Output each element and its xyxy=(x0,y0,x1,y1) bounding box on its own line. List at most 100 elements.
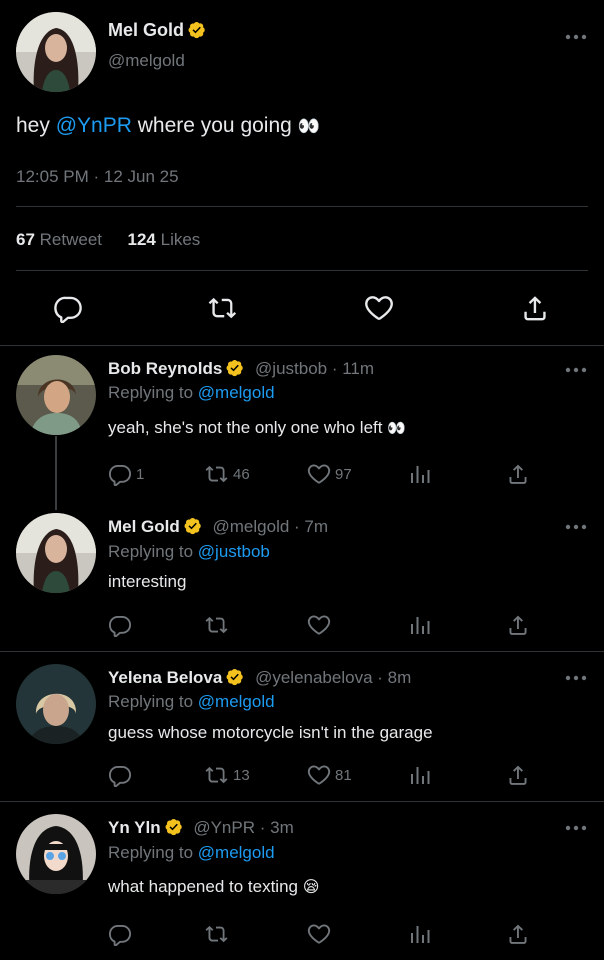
author-name[interactable]: Mel Gold xyxy=(108,20,206,41)
share-icon xyxy=(506,613,530,637)
like-icon xyxy=(307,922,331,946)
like-button[interactable] xyxy=(307,922,331,946)
reply-button[interactable]: 1 xyxy=(108,462,144,486)
replying-to-link[interactable]: @justbob xyxy=(198,542,270,561)
share-icon xyxy=(506,763,530,787)
reply-header: Bob Reynolds @justbob · 11m xyxy=(108,359,374,379)
avatar-bob-reynolds[interactable] xyxy=(16,355,96,435)
replying-to: Replying to @justbob xyxy=(108,542,270,562)
replying-to-link[interactable]: @melgold xyxy=(198,383,275,402)
reply-author-handle[interactable]: @melgold xyxy=(213,517,290,536)
like-button[interactable]: 97 xyxy=(307,462,352,486)
share-icon xyxy=(506,462,530,486)
like-button[interactable] xyxy=(307,613,331,637)
more-icon[interactable] xyxy=(564,32,588,46)
reply-author-handle[interactable]: @yelenabelova xyxy=(255,668,372,687)
thread-connector xyxy=(55,436,57,510)
tweet-timestamp[interactable]: 12:05 PM · 12 Jun 25 xyxy=(16,167,179,187)
reply-text: what happened to texting 😪 xyxy=(108,877,319,897)
analytics-button[interactable] xyxy=(408,462,432,486)
author-handle[interactable]: @melgold xyxy=(108,51,185,71)
reply-count: 1 xyxy=(136,465,145,483)
replying-to: Replying to @melgold xyxy=(108,843,275,863)
like-icon xyxy=(307,613,331,637)
retweets-label: Retweet xyxy=(39,230,103,249)
reply-author-handle[interactable]: @YnPR xyxy=(193,818,255,837)
avatar-mel-gold[interactable] xyxy=(16,12,96,92)
reply-time[interactable]: · 3m xyxy=(260,818,294,837)
replying-to-label: Replying to xyxy=(108,383,198,402)
share-button[interactable] xyxy=(520,293,550,323)
retweet-icon xyxy=(205,613,229,637)
reply-button[interactable] xyxy=(53,293,83,323)
replying-to-link[interactable]: @melgold xyxy=(198,843,275,862)
reply-header: Yn Yln @YnPR · 3m xyxy=(108,818,294,838)
reply-time[interactable]: · 7m xyxy=(294,517,328,536)
reply-author-name[interactable]: Yelena Belova xyxy=(108,668,222,687)
reply-header: Mel Gold @melgold · 7m xyxy=(108,517,328,537)
retweet-count: 13 xyxy=(233,766,250,784)
like-count: 81 xyxy=(335,766,352,784)
divider xyxy=(16,206,588,207)
mention-link[interactable]: @YnPR xyxy=(56,114,132,137)
analytics-button[interactable] xyxy=(408,922,432,946)
reply-icon xyxy=(108,763,132,787)
retweets-stat[interactable]: 67 Retweet xyxy=(16,230,102,249)
reply-author-name[interactable]: Yn Yln xyxy=(108,818,161,837)
retweet-button[interactable]: 46 xyxy=(205,462,250,486)
retweet-button[interactable] xyxy=(205,613,229,637)
analytics-icon xyxy=(408,922,432,946)
like-button[interactable]: 81 xyxy=(307,763,352,787)
retweets-count: 67 xyxy=(16,230,35,249)
verified-badge-icon xyxy=(184,517,202,535)
reply-icon xyxy=(108,462,132,486)
retweet-button[interactable]: 13 xyxy=(205,763,250,787)
avatar-yelena-belova[interactable] xyxy=(16,664,96,744)
verified-badge-icon xyxy=(226,359,244,377)
analytics-button[interactable] xyxy=(408,613,432,637)
divider xyxy=(0,345,604,346)
share-button[interactable] xyxy=(506,763,530,787)
like-icon xyxy=(364,293,394,323)
retweet-button[interactable] xyxy=(205,922,229,946)
divider xyxy=(16,270,588,271)
likes-stat[interactable]: 124 Likes xyxy=(128,230,201,249)
reply-button[interactable] xyxy=(108,763,132,787)
analytics-button[interactable] xyxy=(408,763,432,787)
like-icon xyxy=(307,462,331,486)
retweet-button[interactable] xyxy=(208,293,238,323)
replying-to-link[interactable]: @melgold xyxy=(198,692,275,711)
more-icon[interactable] xyxy=(564,673,588,687)
retweet-icon xyxy=(205,763,229,787)
reply-time[interactable]: · 8m xyxy=(377,668,411,687)
reply-icon xyxy=(53,293,83,323)
tweet-text-part: hey xyxy=(16,114,56,137)
replying-to-label: Replying to xyxy=(108,843,198,862)
reply-text-content: yeah, she's not the only one who left xyxy=(108,418,383,437)
avatar-mel-gold[interactable] xyxy=(16,513,96,593)
reply-author-name[interactable]: Mel Gold xyxy=(108,517,180,536)
reply-author-handle[interactable]: @justbob xyxy=(255,359,327,378)
reply-time[interactable]: · 11m xyxy=(332,359,374,378)
share-button[interactable] xyxy=(506,613,530,637)
retweet-count: 46 xyxy=(233,465,250,483)
verified-badge-icon xyxy=(188,21,206,39)
reply-button[interactable] xyxy=(108,922,132,946)
like-icon xyxy=(307,763,331,787)
share-icon xyxy=(506,922,530,946)
share-button[interactable] xyxy=(506,462,530,486)
share-button[interactable] xyxy=(506,922,530,946)
avatar-yn-yln[interactable] xyxy=(16,814,96,894)
more-icon[interactable] xyxy=(564,365,588,379)
author-name-text[interactable]: Mel Gold xyxy=(108,20,184,40)
reply-button[interactable] xyxy=(108,613,132,637)
likes-count: 124 xyxy=(127,230,156,249)
more-icon[interactable] xyxy=(564,823,588,837)
reply-author-name[interactable]: Bob Reynolds xyxy=(108,359,222,378)
tweet-text: hey @YnPR where you going 👀 xyxy=(16,114,320,138)
retweet-icon xyxy=(208,293,238,323)
likes-label: Likes xyxy=(160,230,201,249)
like-button[interactable] xyxy=(364,293,394,323)
analytics-icon xyxy=(408,462,432,486)
more-icon[interactable] xyxy=(564,522,588,536)
